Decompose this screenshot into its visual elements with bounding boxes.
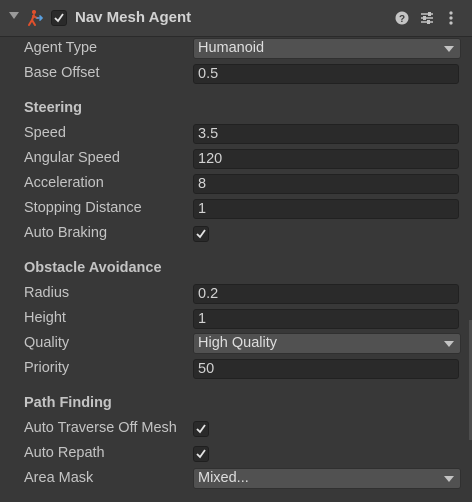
checkmark-icon xyxy=(196,229,206,239)
stopping-distance-field[interactable]: 1 xyxy=(193,199,459,219)
height-value: 1 xyxy=(198,311,207,327)
acceleration-value: 8 xyxy=(198,176,207,192)
speed-value: 3.5 xyxy=(198,126,219,142)
auto-traverse-label: Auto Traverse Off Mesh xyxy=(24,420,177,436)
priority-value: 50 xyxy=(198,361,215,377)
help-icon[interactable]: ? xyxy=(395,11,409,25)
more-options-icon[interactable] xyxy=(448,10,454,26)
checkmark-icon xyxy=(196,449,206,459)
auto-braking-label: Auto Braking xyxy=(24,225,108,241)
priority-label: Priority xyxy=(24,360,70,376)
acceleration-field[interactable]: 8 xyxy=(193,174,459,194)
angular-speed-label: Angular Speed xyxy=(24,150,120,166)
agent-type-label: Agent Type xyxy=(24,40,98,56)
checkmark-icon xyxy=(196,424,206,434)
auto-repath-label: Auto Repath xyxy=(24,445,105,461)
chevron-down-icon xyxy=(444,46,454,52)
area-mask-dropdown[interactable]: Mixed... xyxy=(193,468,461,489)
speed-label: Speed xyxy=(24,125,66,141)
path-finding-section-title: Path Finding xyxy=(24,395,112,411)
checkmark-icon xyxy=(54,13,64,23)
area-mask-label: Area Mask xyxy=(24,470,94,486)
priority-field[interactable]: 50 xyxy=(193,359,459,379)
auto-traverse-checkbox[interactable] xyxy=(193,421,209,437)
chevron-down-icon xyxy=(444,341,454,347)
svg-text:?: ? xyxy=(399,14,405,25)
angular-speed-field[interactable]: 120 xyxy=(193,149,459,169)
stopping-distance-label: Stopping Distance xyxy=(24,200,142,216)
nav-mesh-agent-icon xyxy=(28,10,44,26)
foldout-arrow-icon[interactable] xyxy=(9,12,19,19)
component-enabled-checkbox[interactable] xyxy=(51,10,67,26)
radius-value: 0.2 xyxy=(198,286,219,302)
component-title: Nav Mesh Agent xyxy=(75,9,192,26)
area-mask-value: Mixed... xyxy=(198,470,249,486)
base-offset-label: Base Offset xyxy=(24,65,100,81)
component-header[interactable]: Nav Mesh Agent ? xyxy=(0,0,472,37)
quality-dropdown[interactable]: High Quality xyxy=(193,333,461,354)
radius-label: Radius xyxy=(24,285,70,301)
base-offset-field[interactable]: 0.5 xyxy=(193,64,459,84)
quality-label: Quality xyxy=(24,335,70,351)
auto-repath-checkbox[interactable] xyxy=(193,446,209,462)
quality-value: High Quality xyxy=(198,335,277,351)
stopping-distance-value: 1 xyxy=(198,201,207,217)
obstacle-avoidance-section-title: Obstacle Avoidance xyxy=(24,260,162,276)
agent-type-value: Humanoid xyxy=(198,40,265,56)
steering-section-title: Steering xyxy=(24,100,83,116)
nav-mesh-agent-inspector: Nav Mesh Agent ? Agent Type Humanoid Bas… xyxy=(0,0,472,502)
height-label: Height xyxy=(24,310,66,326)
acceleration-label: Acceleration xyxy=(24,175,104,191)
radius-field[interactable]: 0.2 xyxy=(193,284,459,304)
agent-type-dropdown[interactable]: Humanoid xyxy=(193,38,461,59)
height-field[interactable]: 1 xyxy=(193,309,459,329)
chevron-down-icon xyxy=(444,476,454,482)
auto-braking-checkbox[interactable] xyxy=(193,226,209,242)
angular-speed-value: 120 xyxy=(198,151,223,167)
speed-field[interactable]: 3.5 xyxy=(193,124,459,144)
preset-icon[interactable] xyxy=(419,10,435,26)
base-offset-value: 0.5 xyxy=(198,66,219,82)
